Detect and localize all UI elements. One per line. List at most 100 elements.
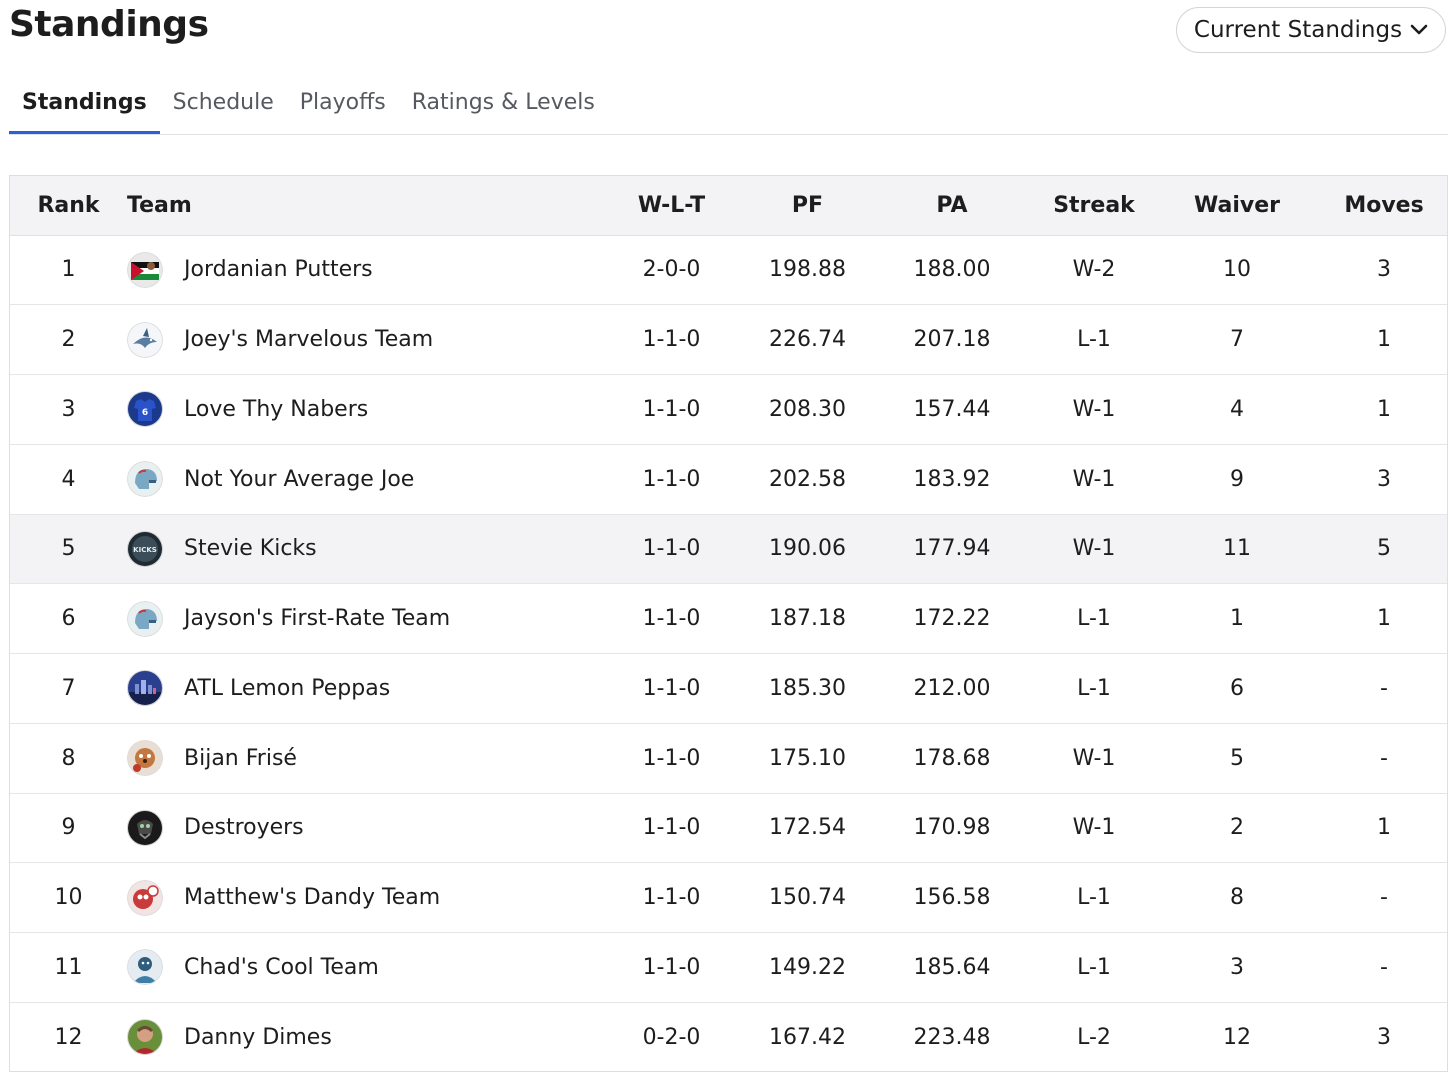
pa-cell: 223.48 bbox=[913, 1024, 991, 1050]
jersey-avatar[interactable]: 6 bbox=[127, 391, 163, 428]
table-row[interactable]: 10 Matthew's Dandy Team 1-1-0 150.74 156.58 L… bbox=[10, 862, 1447, 933]
column-header-moves[interactable]: Moves bbox=[1319, 176, 1447, 236]
team-cell[interactable]: Chad's Cool Team bbox=[127, 932, 599, 1003]
column-header-pa[interactable]: PA bbox=[871, 176, 1033, 236]
waiver-cell: 12 bbox=[1223, 1024, 1251, 1050]
table-row[interactable]: 11 Chad's Cool Team 1-1-0 149.22 185.64 L-1 3- bbox=[10, 932, 1447, 1003]
column-header-rank[interactable]: Rank bbox=[10, 176, 127, 236]
wlt-cell: 1-1-0 bbox=[599, 653, 744, 724]
table-row[interactable]: 5 KICKS Stevie Kicks 1-1-0 190.06 177.94 W-1 11… bbox=[10, 514, 1447, 585]
helmet-avatar[interactable] bbox=[127, 461, 163, 498]
team-name-link[interactable]: Joey's Marvelous Team bbox=[184, 327, 433, 352]
rank-cell: 4 bbox=[10, 444, 127, 515]
tab-standings[interactable]: Standings bbox=[9, 84, 160, 134]
tab-ratings-levels[interactable]: Ratings & Levels bbox=[399, 84, 608, 128]
team-name-link[interactable]: Jayson's First-Rate Team bbox=[184, 606, 450, 631]
cartoon-avatar[interactable] bbox=[127, 879, 163, 916]
team-name-link[interactable]: Chad's Cool Team bbox=[184, 955, 379, 980]
team-name-link[interactable]: Stevie Kicks bbox=[184, 536, 317, 561]
standings-view-label: Current Standings bbox=[1193, 17, 1403, 43]
team-name-link[interactable]: Jordanian Putters bbox=[184, 257, 373, 282]
streak-cell: L-1 bbox=[1033, 932, 1155, 1003]
rank-cell: 8 bbox=[10, 723, 127, 794]
skull-avatar[interactable] bbox=[127, 809, 163, 846]
team-name-link[interactable]: Not Your Average Joe bbox=[184, 467, 414, 492]
wlt-cell: 1-1-0 bbox=[599, 514, 744, 585]
pf-cell: 187.18 bbox=[744, 583, 871, 654]
moves-cell: - bbox=[1319, 862, 1447, 933]
team-cell[interactable]: Joey's Marvelous Team bbox=[127, 304, 599, 375]
team-name-link[interactable]: Danny Dimes bbox=[184, 1025, 332, 1050]
team-cell[interactable]: Matthew's Dandy Team bbox=[127, 862, 599, 933]
team-name-link[interactable]: Love Thy Nabers bbox=[184, 397, 368, 422]
pf-cell: 190.06 bbox=[744, 514, 871, 585]
helmet-avatar[interactable] bbox=[127, 600, 163, 637]
rank-cell: 10 bbox=[10, 862, 127, 933]
pa-cell: 172.22 bbox=[871, 583, 1033, 654]
team-name-link[interactable]: ATL Lemon Peppas bbox=[184, 676, 390, 701]
moves-cell: 1 bbox=[1319, 304, 1447, 375]
table-row[interactable]: 2 Joey's Marvelous Team 1-1-0 226.74 207.18 L… bbox=[10, 304, 1447, 375]
waiver-cell: 8 bbox=[1155, 862, 1319, 933]
tab-playoffs[interactable]: Playoffs bbox=[287, 84, 399, 128]
team-cell[interactable]: 6 Love Thy Nabers bbox=[127, 374, 599, 445]
team-cell[interactable]: Jayson's First-Rate Team bbox=[127, 583, 599, 654]
table-row[interactable]: 7 ATL Lemon Peppas 1-1-0 185.30 212.00 L-1 6- bbox=[10, 653, 1447, 724]
portrait-avatar[interactable] bbox=[127, 949, 163, 986]
team-cell[interactable]: Destroyers bbox=[127, 793, 599, 864]
streak-cell: W-1 bbox=[1033, 514, 1155, 585]
waiver-cell: 2 bbox=[1155, 793, 1319, 864]
team-cell[interactable]: Danny Dimes bbox=[127, 1002, 599, 1071]
column-header-wlt[interactable]: W-L-T bbox=[599, 176, 744, 236]
tab-schedule[interactable]: Schedule bbox=[160, 84, 287, 128]
standings-view-dropdown[interactable]: Current Standings bbox=[1176, 7, 1446, 53]
streak-cell: L-1 bbox=[1033, 862, 1155, 933]
wlt-cell: 1-1-0 bbox=[599, 793, 744, 864]
moves-cell: - bbox=[1319, 723, 1447, 794]
team-name-link[interactable]: Bijan Frisé bbox=[184, 746, 297, 771]
table-row[interactable]: 9 Destroyers 1-1-0 172.54 170.98 W-1 2 1 bbox=[10, 793, 1447, 864]
team-name-link[interactable]: Matthew's Dandy Team bbox=[184, 885, 440, 910]
streak-cell: L-1 bbox=[1033, 583, 1155, 654]
kicks-logo-avatar[interactable]: KICKS bbox=[127, 530, 163, 567]
table-row[interactable]: 8 Bijan Frisé 1-1-0 175.10 178.68 W-1 5- bbox=[10, 723, 1447, 794]
column-header-pf[interactable]: PF bbox=[744, 176, 871, 236]
pf-cell: 185.30 bbox=[744, 653, 871, 724]
streak-cell: L-1 bbox=[1033, 653, 1155, 724]
table-row[interactable]: 3 6 Love Thy Nabers 1-1-0 208.30 157.44 W-1 4 1 bbox=[10, 374, 1447, 445]
wlt-cell: 1-1-0 bbox=[599, 932, 744, 1003]
team-cell[interactable]: KICKS Stevie Kicks bbox=[127, 514, 599, 585]
pf-cell: 202.58 bbox=[744, 444, 871, 515]
streak-cell: W-1 bbox=[1033, 793, 1155, 864]
pa-cell: 183.92 bbox=[871, 444, 1033, 515]
tab-bar: Standings Schedule Playoffs Ratings & Le… bbox=[9, 84, 1448, 135]
pa-cell: 178.68 bbox=[871, 723, 1033, 794]
team-cell[interactable]: Jordanian Putters bbox=[127, 235, 599, 306]
column-header-streak[interactable]: Streak bbox=[1033, 176, 1155, 236]
wlt-cell: 0-2-0 bbox=[642, 1024, 701, 1050]
table-row[interactable]: 12 Danny Dimes 0-2-0 167.42 223.48 L-2 12 3 bbox=[10, 1002, 1447, 1071]
rank-cell: 2 bbox=[10, 304, 127, 375]
team-cell[interactable]: ATL Lemon Peppas bbox=[127, 653, 599, 724]
jordan-flag-avatar[interactable] bbox=[127, 251, 163, 288]
column-header-waiver[interactable]: Waiver bbox=[1155, 176, 1319, 236]
column-header-team[interactable]: Team bbox=[127, 176, 599, 236]
team-name-link[interactable]: Destroyers bbox=[184, 815, 304, 840]
table-row[interactable]: 6 Jayson's First-Rate Team 1-1-0 187.18 172.… bbox=[10, 583, 1447, 654]
shark-avatar[interactable] bbox=[127, 321, 163, 358]
pa-cell: 170.98 bbox=[871, 793, 1033, 864]
player-photo-avatar[interactable] bbox=[127, 1019, 163, 1056]
pa-cell: 207.18 bbox=[871, 304, 1033, 375]
team-cell[interactable]: Not Your Average Joe bbox=[127, 444, 599, 515]
moves-cell: 3 bbox=[1377, 1024, 1391, 1050]
pa-cell: 157.44 bbox=[871, 374, 1033, 445]
rank-cell: 6 bbox=[10, 583, 127, 654]
dog-avatar[interactable] bbox=[127, 740, 163, 777]
table-row[interactable]: 1 Jordanian Putters 2-0-0 198.88 188.00 W-2 10… bbox=[10, 235, 1447, 306]
team-cell[interactable]: Bijan Frisé bbox=[127, 723, 599, 794]
svg-text:6: 6 bbox=[142, 408, 148, 418]
table-row[interactable]: 4 Not Your Average Joe 1-1-0 202.58 183.92 W-… bbox=[10, 444, 1447, 515]
pa-cell: 188.00 bbox=[871, 235, 1033, 306]
city-skyline-avatar[interactable] bbox=[127, 670, 163, 707]
rank-cell: 7 bbox=[10, 653, 127, 724]
